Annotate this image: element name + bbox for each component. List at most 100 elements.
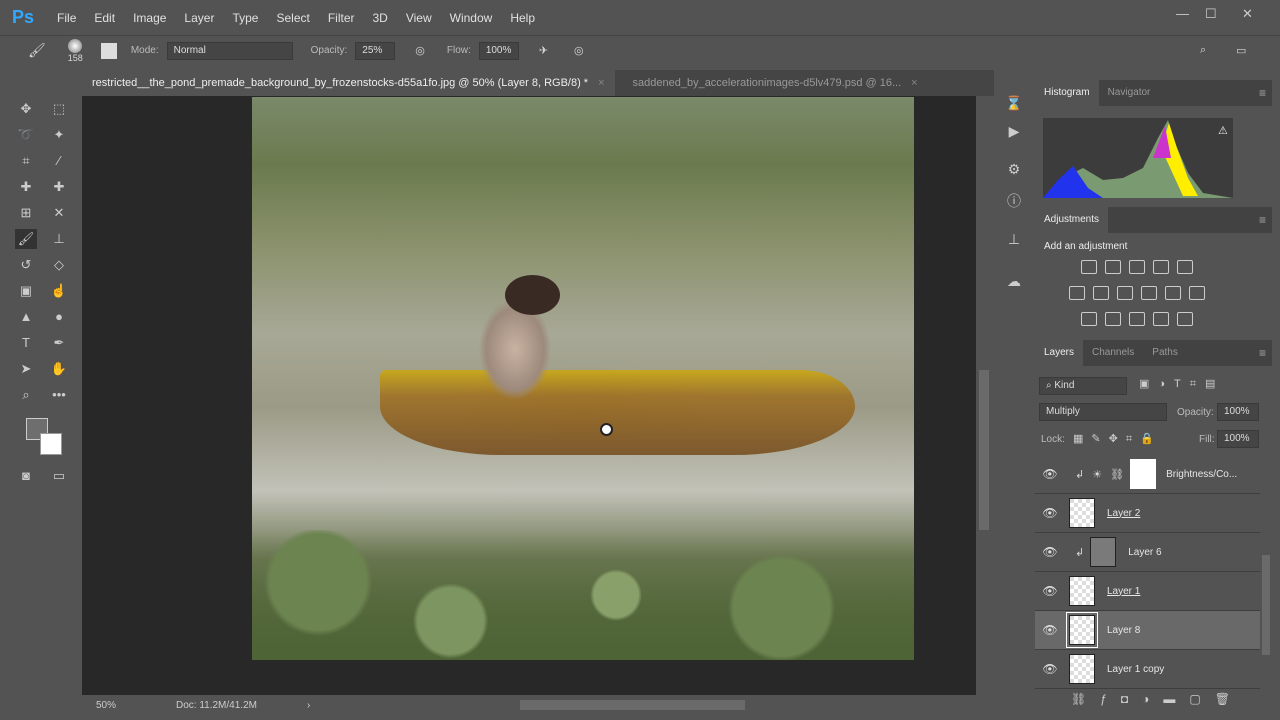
layer-row-layer-1-copy[interactable]: 👁 Layer 1 copy [1035,650,1260,689]
libraries-icon[interactable]: ☁ [1004,273,1024,293]
brush-preset-picker[interactable]: 158 [68,38,83,63]
black-white-icon[interactable] [1117,286,1133,300]
clone-source-icon[interactable]: ⊥ [1004,231,1024,251]
vibrance-icon[interactable] [1177,260,1193,274]
history-brush-tool-icon[interactable]: ↺ [15,255,37,275]
quick-mask-icon[interactable]: ◙ [15,466,37,486]
zoom-level[interactable]: 50% [96,700,156,711]
path-selection-tool-icon[interactable]: ➤ [15,359,37,379]
patch-tool-icon[interactable]: ✚ [48,177,70,197]
menu-3d[interactable]: 3D [364,11,397,25]
content-aware-tool-icon[interactable]: ⊞ [15,203,37,223]
panel-menu-icon[interactable]: ≡ [1259,86,1266,100]
levels-icon[interactable] [1105,260,1121,274]
visibility-eye-icon[interactable]: 👁 [1035,545,1065,559]
more-tools-icon[interactable]: ••• [48,385,70,405]
close-icon[interactable]: ✕ [1242,6,1253,22]
gradient-map-icon[interactable] [1177,312,1193,326]
status-arrow-icon[interactable]: › [307,700,310,711]
gradient-tool-icon[interactable]: ▣ [15,281,37,301]
close-tab-icon[interactable]: × [911,77,917,89]
menu-filter[interactable]: Filter [319,11,364,25]
channel-mixer-icon[interactable] [1165,286,1181,300]
sharpen-tool-icon[interactable]: ▲ [15,307,37,327]
layer-row-layer-2[interactable]: 👁 Layer 2 [1035,494,1260,533]
close-tab-icon[interactable]: × [598,77,604,89]
background-color-swatch[interactable] [40,433,62,455]
exposure-icon[interactable] [1153,260,1169,274]
zoom-tool-icon[interactable]: ⌕ [15,385,37,405]
tab-pond-document[interactable]: restricted__the_pond_premade_background_… [82,70,615,96]
brush-tool-icon[interactable]: 🖌 [15,229,37,249]
layer-row-layer-8[interactable]: 👁 Layer 8 [1035,611,1260,650]
crop-tool-icon[interactable]: ⌗ [15,151,37,171]
magic-wand-tool-icon[interactable]: ✦ [48,125,70,145]
clone-stamp-tool-icon[interactable]: ⊥ [48,229,70,249]
threshold-icon[interactable] [1129,312,1145,326]
visibility-eye-icon[interactable]: 👁 [1035,506,1065,520]
selective-color-icon[interactable] [1153,312,1169,326]
smudge-tool-icon[interactable]: ☝ [48,281,70,301]
pen-tool-icon[interactable]: ✒ [48,333,70,353]
brightness-contrast-icon[interactable] [1081,260,1097,274]
menu-edit[interactable]: Edit [85,11,124,25]
tab-paths[interactable]: Paths [1143,340,1187,366]
move-tool-icon[interactable]: ✥ [15,99,37,119]
airbrush-icon[interactable]: ✈ [539,44,548,57]
tab-saddened-document[interactable]: saddened_by_accelerationimages-d5lv479.p… [623,70,928,96]
hand-tool-icon[interactable]: ✋ [48,359,70,379]
layer-row-brightness-contrast[interactable]: 👁 ↲ ☀ ⛓ Brightness/Co... [1035,455,1260,494]
menu-file[interactable]: File [48,11,85,25]
layer-filter-icons[interactable]: ▣◑T⌗▤ [1139,377,1224,391]
brush-panel-icon[interactable] [100,42,117,59]
dodge-tool-icon[interactable]: ● [48,307,70,327]
actions-play-icon[interactable]: ▶ [1004,123,1024,143]
horizontal-scroll-thumb[interactable] [520,700,745,710]
warning-icon[interactable]: ⚠ [1218,124,1228,137]
tab-channels[interactable]: Channels [1083,340,1143,366]
workspace-icon[interactable]: ▭ [1236,44,1246,57]
type-tool-icon[interactable]: T [15,333,37,353]
properties-icon[interactable]: ⚙ [1004,161,1024,181]
invert-icon[interactable] [1081,312,1097,326]
photo-filter-icon[interactable] [1141,286,1157,300]
menu-select[interactable]: Select [267,11,318,25]
eyedropper-tool-icon[interactable]: ⁄ [48,151,70,171]
lasso-tool-icon[interactable]: ➰ [15,125,37,145]
menu-image[interactable]: Image [124,11,175,25]
flow-input[interactable]: 100% [478,41,519,60]
layer-opacity-input[interactable]: 100% [1217,403,1259,421]
hue-saturation-icon[interactable] [1069,286,1085,300]
visibility-eye-icon[interactable]: 👁 [1035,662,1065,676]
history-icon[interactable]: ⌛ [1004,95,1024,115]
fill-input[interactable]: 100% [1217,430,1259,448]
tab-layers[interactable]: Layers [1035,340,1084,366]
visibility-eye-icon[interactable]: 👁 [1035,584,1065,598]
blend-mode-select[interactable]: Multiply [1039,403,1167,421]
layer-filter-select[interactable]: ⌕ Kind [1039,377,1127,395]
visibility-eye-icon[interactable]: 👁 [1035,467,1065,481]
menu-help[interactable]: Help [501,11,544,25]
posterize-icon[interactable] [1105,312,1121,326]
info-icon[interactable]: ⓘ [1004,191,1024,211]
brush-tool-icon[interactable]: 🖌 [28,42,46,59]
mode-select[interactable]: Normal [166,41,293,60]
layers-scrollbar[interactable] [1262,555,1270,655]
curves-icon[interactable] [1129,260,1145,274]
panel-menu-icon[interactable]: ≡ [1259,213,1266,227]
vertical-scroll-thumb[interactable] [979,370,989,530]
opacity-input[interactable]: 25% [355,41,396,60]
tab-navigator[interactable]: Navigator [1099,80,1160,106]
layer-row-layer-6[interactable]: 👁 ↲ Layer 6 [1035,533,1260,572]
menu-window[interactable]: Window [441,11,502,25]
eraser-tool-icon[interactable]: ◇ [48,255,70,275]
menu-view[interactable]: View [397,11,441,25]
tab-histogram[interactable]: Histogram [1035,80,1099,106]
screen-mode-icon[interactable]: ▭ [48,466,70,486]
lock-icons[interactable]: ▦✎✥⌗🔒 [1073,432,1162,446]
maximize-icon[interactable]: ☐ [1205,6,1217,22]
layer-row-layer-1[interactable]: 👁 Layer 1 [1035,572,1260,611]
menu-layer[interactable]: Layer [175,11,223,25]
marquee-tool-icon[interactable]: ⬚ [48,99,70,119]
visibility-eye-icon[interactable]: 👁 [1035,623,1065,637]
